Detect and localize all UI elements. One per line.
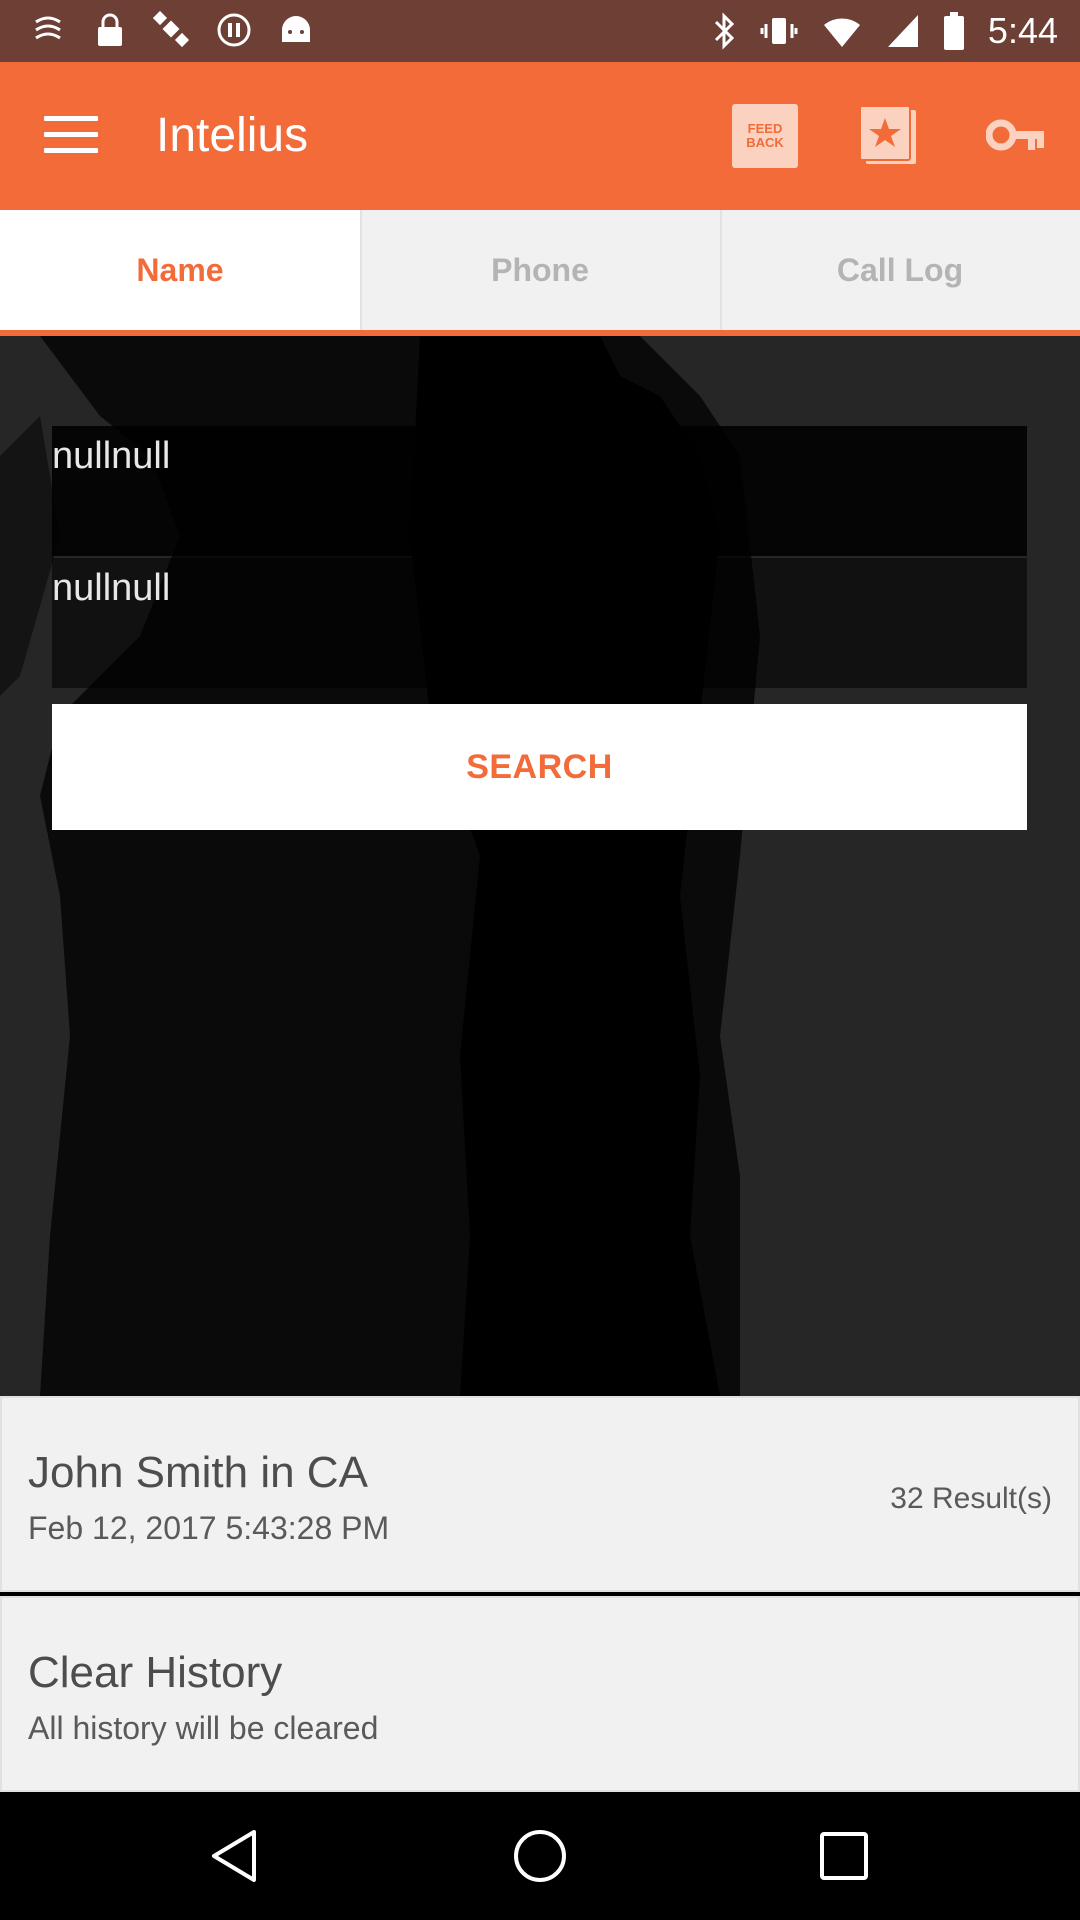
search-panel: SEARCH	[0, 336, 1080, 1396]
tab-call-log[interactable]: Call Log	[720, 210, 1080, 336]
status-system: 5:44	[712, 0, 1058, 62]
notification-icon	[28, 10, 68, 50]
lock-icon	[90, 10, 130, 50]
android-icon	[276, 10, 316, 50]
wifi-icon	[823, 18, 860, 47]
history-item-result-count: 32 Result(s)	[890, 1482, 1052, 1515]
history-item-recent-search[interactable]: John Smith in CA Feb 12, 2017 5:43:28 PM…	[0, 1396, 1080, 1592]
tab-name[interactable]: Name	[0, 210, 360, 336]
battery-icon	[943, 12, 964, 50]
favorites-star-icon[interactable]	[858, 104, 922, 168]
history-item-title: John Smith in CA	[28, 1448, 368, 1497]
pause-icon	[214, 10, 254, 50]
menu-icon[interactable]	[44, 116, 100, 156]
tab-bar: Name Phone Call Log	[0, 210, 1080, 336]
feedback-label-line2: BACK	[746, 135, 784, 150]
status-bar: 5:44	[0, 0, 1080, 62]
back-icon[interactable]	[204, 1824, 268, 1888]
key-icon[interactable]	[985, 110, 1046, 160]
feedback-label-line1: FEED	[747, 121, 783, 136]
first-name-input[interactable]	[52, 426, 1027, 556]
feedback-button[interactable]: FEED BACK	[732, 104, 798, 168]
last-name-field[interactable]	[52, 558, 1027, 688]
status-notifications	[28, 10, 316, 50]
navigation-bar	[0, 1794, 1080, 1920]
search-button[interactable]: SEARCH	[52, 704, 1027, 830]
home-icon[interactable]	[508, 1824, 572, 1888]
vibrate-icon	[760, 18, 798, 44]
history-item-timestamp: Feb 12, 2017 5:43:28 PM	[28, 1510, 390, 1546]
fake-gps-icon	[152, 10, 192, 50]
status-time: 5:44	[987, 10, 1058, 51]
recent-apps-icon[interactable]	[812, 1824, 876, 1888]
first-name-field[interactable]	[52, 426, 1027, 556]
bluetooth-icon	[714, 12, 735, 50]
clear-history-item[interactable]: Clear History All history will be cleare…	[0, 1596, 1080, 1792]
clear-history-title: Clear History	[28, 1648, 283, 1697]
app-bar: Intelius FEED BACK	[0, 62, 1080, 210]
clear-history-subtitle: All history will be cleared	[28, 1710, 379, 1746]
app-title: Intelius	[156, 109, 309, 162]
signal-icon	[887, 15, 918, 47]
last-name-input[interactable]	[52, 558, 1027, 688]
tab-phone[interactable]: Phone	[360, 210, 720, 336]
